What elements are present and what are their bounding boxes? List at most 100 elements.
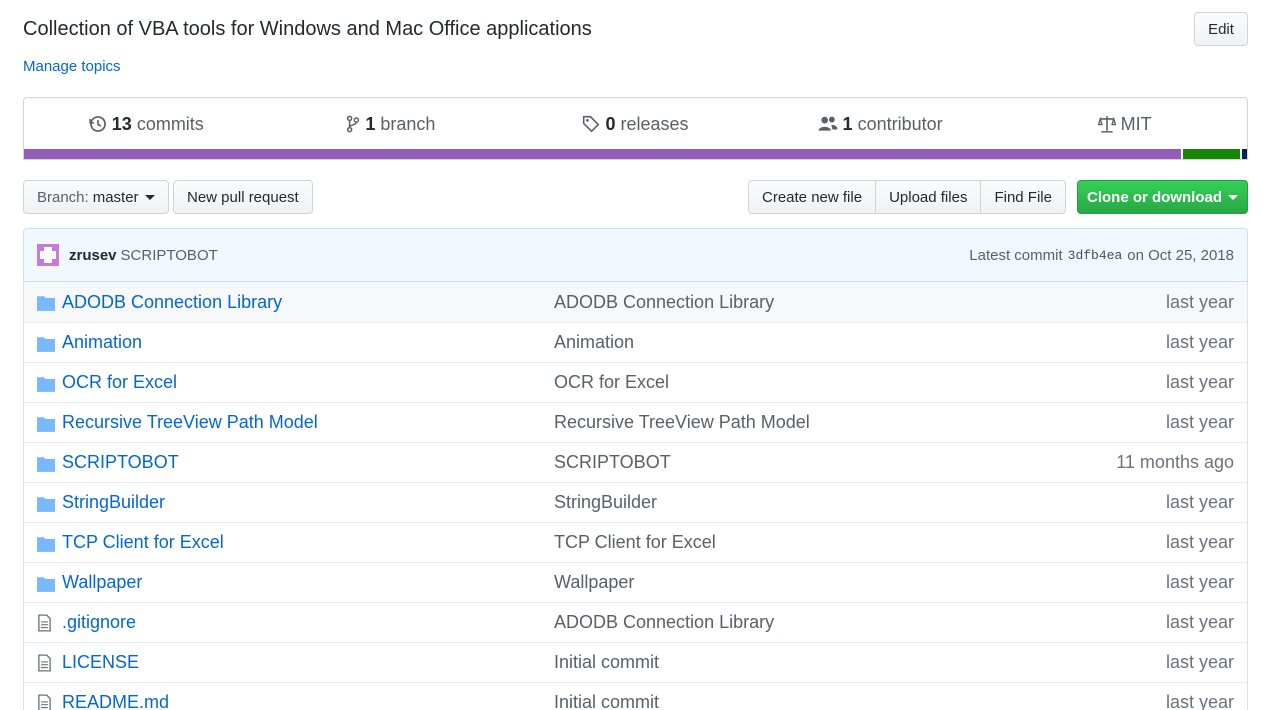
- latest-commit-label: Latest commit: [969, 246, 1063, 264]
- file-row: Wallpaper Wallpaper last year: [24, 562, 1247, 602]
- file-commit-message-link[interactable]: Initial commit: [554, 692, 659, 710]
- file-age: last year: [1165, 572, 1234, 592]
- caret-down-icon: [144, 194, 155, 200]
- file-name-link[interactable]: OCR for Excel: [62, 372, 177, 393]
- file-actions-group: Create new file Upload files Find File: [748, 180, 1066, 214]
- file-age: last year: [1165, 532, 1234, 552]
- numbers-summary: 13 commits 1 branch 0 releases 1 contrib…: [24, 98, 1247, 150]
- file-commit-message-link[interactable]: Wallpaper: [554, 572, 634, 593]
- commit-message-link[interactable]: SCRIPTOBOT: [121, 247, 218, 264]
- create-new-file-button[interactable]: Create new file: [748, 180, 877, 214]
- repo-page: Collection of VBA tools for Windows and …: [0, 0, 1263, 710]
- repo-summary: 13 commits 1 branch 0 releases 1 contrib…: [23, 97, 1248, 160]
- file-row: TCP Client for Excel TCP Client for Excel…: [24, 522, 1247, 562]
- language-segment[interactable]: [24, 149, 1181, 159]
- file-age: last year: [1165, 332, 1234, 352]
- folder-icon: [37, 456, 55, 477]
- repo-description: Collection of VBA tools for Windows and …: [23, 18, 592, 40]
- commits-link[interactable]: 13 commits: [24, 114, 269, 135]
- file-row: README.md Initial commit last year: [24, 682, 1247, 710]
- commit-date: on Oct 25, 2018: [1127, 246, 1234, 264]
- file-commit-message-link[interactable]: TCP Client for Excel: [554, 532, 716, 553]
- law-icon: [1097, 116, 1116, 133]
- branches-count: 1: [365, 113, 376, 134]
- file-name-link[interactable]: Recursive TreeView Path Model: [62, 412, 318, 433]
- edit-description-button[interactable]: Edit: [1194, 12, 1248, 46]
- file-navigation: Branch: master New pull request Create n…: [23, 180, 1248, 214]
- contributors-link[interactable]: 1 contributor: [758, 114, 1003, 135]
- releases-label: releases: [620, 113, 689, 134]
- file-icon: [37, 614, 52, 637]
- file-age: 11 months ago: [1116, 452, 1234, 472]
- folder-icon: [37, 416, 55, 437]
- language-segment[interactable]: [1182, 149, 1241, 159]
- releases-link[interactable]: 0 releases: [513, 114, 758, 135]
- file-age: last year: [1165, 692, 1234, 710]
- file-commit-message-link[interactable]: OCR for Excel: [554, 372, 669, 393]
- branch-name: master: [92, 188, 139, 206]
- file-name-link[interactable]: README.md: [62, 692, 169, 710]
- file-name-link[interactable]: StringBuilder: [62, 492, 165, 513]
- file-name-link[interactable]: SCRIPTOBOT: [62, 452, 179, 473]
- commit-meta: Latest commit 3dfb4ea on Oct 25, 2018: [969, 247, 1234, 264]
- file-row: ADODB Connection Library ADODB Connection…: [24, 282, 1247, 322]
- file-row: Recursive TreeView Path Model Recursive T…: [24, 402, 1247, 442]
- file-row: SCRIPTOBOT SCRIPTOBOT 11 months ago: [24, 442, 1247, 482]
- language-segment[interactable]: [1242, 149, 1247, 159]
- file-commit-message-link[interactable]: Recursive TreeView Path Model: [554, 412, 810, 433]
- folder-icon: [37, 376, 55, 397]
- language-bar[interactable]: [24, 149, 1247, 159]
- upload-files-button[interactable]: Upload files: [875, 180, 982, 214]
- folder-icon: [37, 295, 55, 316]
- file-commit-message-link[interactable]: SCRIPTOBOT: [554, 452, 671, 473]
- commits-count: 13: [111, 113, 132, 134]
- find-file-button[interactable]: Find File: [980, 180, 1066, 214]
- people-icon: [818, 116, 837, 131]
- history-icon: [89, 116, 106, 132]
- contributors-count: 1: [842, 113, 853, 134]
- file-commit-message-link[interactable]: StringBuilder: [554, 492, 657, 513]
- contributors-label: contributor: [857, 113, 943, 134]
- license-label: MIT: [1120, 113, 1152, 134]
- git-branch-icon: [347, 115, 360, 133]
- file-name-link[interactable]: Animation: [62, 332, 142, 353]
- file-age: last year: [1165, 652, 1234, 672]
- file-icon: [37, 654, 52, 677]
- file-age: last year: [1165, 612, 1234, 632]
- new-pull-request-button[interactable]: New pull request: [173, 180, 313, 214]
- avatar[interactable]: [37, 244, 59, 266]
- commit-author-link[interactable]: zrusev: [69, 247, 117, 264]
- releases-count: 0: [605, 113, 616, 134]
- file-age: last year: [1165, 372, 1234, 392]
- file-name-link[interactable]: ADODB Connection Library: [62, 292, 282, 313]
- file-row: Animation Animation last year: [24, 322, 1247, 362]
- branch-select-button[interactable]: Branch: master: [23, 180, 169, 214]
- branch-prefix: Branch:: [37, 188, 89, 206]
- file-name-link[interactable]: TCP Client for Excel: [62, 532, 224, 553]
- file-row: .gitignore ADODB Connection Library last y…: [24, 602, 1247, 642]
- tag-icon: [583, 115, 600, 133]
- commit-sha-link[interactable]: 3dfb4ea: [1068, 248, 1123, 263]
- clone-label: Clone or download: [1087, 188, 1222, 206]
- clone-or-download-button[interactable]: Clone or download: [1077, 180, 1248, 214]
- file-name-link[interactable]: LICENSE: [62, 652, 139, 673]
- file-commit-message-link[interactable]: Initial commit: [554, 652, 659, 673]
- manage-topics-link[interactable]: Manage topics: [23, 57, 121, 77]
- branches-link[interactable]: 1 branch: [269, 114, 514, 135]
- file-name-link[interactable]: Wallpaper: [62, 572, 142, 593]
- file-row: StringBuilder StringBuilder last year: [24, 482, 1247, 522]
- file-commit-message-link[interactable]: Animation: [554, 332, 634, 353]
- branches-label: branch: [380, 113, 436, 134]
- latest-commit-bar: zrusev SCRIPTOBOT Latest commit 3dfb4ea …: [23, 228, 1248, 282]
- file-age: last year: [1165, 412, 1234, 432]
- file-name-link[interactable]: .gitignore: [62, 612, 136, 633]
- folder-icon: [37, 536, 55, 557]
- file-row: LICENSE Initial commit last year: [24, 642, 1247, 682]
- license-link[interactable]: MIT: [1002, 114, 1247, 135]
- file-list: ADODB Connection Library ADODB Connection…: [23, 282, 1248, 710]
- file-commit-message-link[interactable]: ADODB Connection Library: [554, 292, 774, 313]
- file-row: OCR for Excel OCR for Excel last year: [24, 362, 1247, 402]
- file-commit-message-link[interactable]: ADODB Connection Library: [554, 612, 774, 633]
- file-icon: [37, 694, 52, 710]
- file-age: last year: [1165, 291, 1234, 312]
